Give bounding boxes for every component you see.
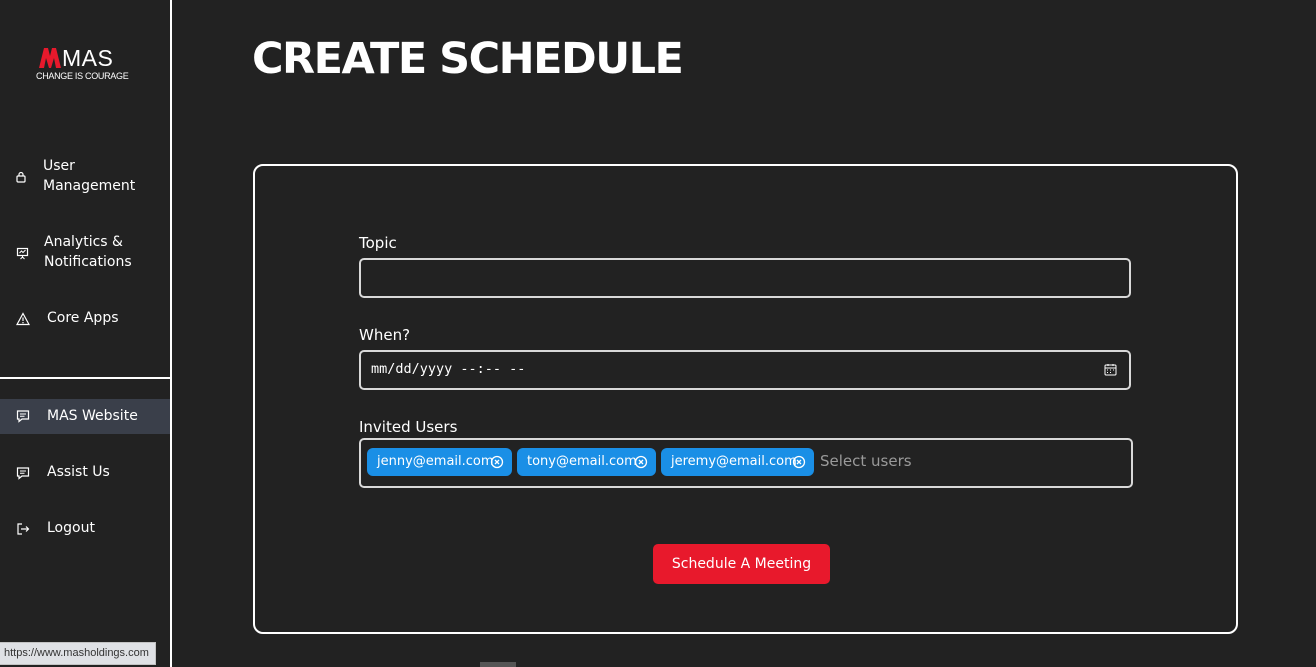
user-chip: jenny@email.com (367, 448, 512, 476)
user-chip-label: jeremy@email.com (671, 454, 797, 469)
sidebar-item-label: Assist Us (47, 464, 110, 480)
topic-input[interactable] (359, 258, 1131, 298)
sidebar-divider (0, 377, 172, 379)
remove-chip-icon[interactable] (634, 455, 648, 469)
mas-logo[interactable]: MAS CHANGE IS COURAGE (36, 44, 136, 84)
remove-chip-icon[interactable] (792, 455, 806, 469)
when-datetime-input[interactable]: mm/dd/yyyy --:-- -- (359, 350, 1131, 390)
chat-icon (16, 409, 30, 423)
warning-triangle-icon (16, 312, 30, 326)
sidebar-item-label: MAS Website (47, 408, 138, 424)
remove-chip-icon[interactable] (490, 455, 504, 469)
sidebar-item-label: Core Apps (47, 310, 119, 326)
sidebar-item-label: Analytics & Notifications (44, 234, 132, 270)
when-placeholder: mm/dd/yyyy --:-- -- (371, 361, 526, 377)
sidebar-item-core-apps[interactable]: Core Apps (0, 308, 170, 330)
invited-users-multiselect[interactable]: jenny@email.com tony@email.com jeremy@em… (359, 438, 1133, 488)
sidebar-item-assist-us[interactable]: Assist Us (0, 462, 170, 484)
sidebar-item-logout[interactable]: Logout (0, 518, 170, 540)
sidebar-item-mas-website[interactable]: MAS Website (0, 399, 170, 434)
status-bar-url: https://www.masholdings.com (0, 642, 156, 665)
topic-label: Topic (359, 234, 397, 252)
user-chip: tony@email.com (517, 448, 656, 476)
page-title: CREATE SCHEDULE (252, 34, 684, 84)
create-schedule-form: Topic When? mm/dd/yyyy --:-- -- Invited … (253, 164, 1238, 634)
calendar-icon[interactable] (1104, 363, 1117, 376)
brand-name: MAS (62, 45, 114, 71)
when-label: When? (359, 326, 411, 344)
mas-logo-icon (39, 48, 61, 68)
sidebar-item-analytics[interactable]: Analytics & Notifications (0, 232, 170, 274)
invited-users-label: Invited Users (359, 418, 458, 436)
chat-icon (16, 466, 30, 480)
user-chip-label: jenny@email.com (377, 454, 494, 469)
invited-users-placeholder: Select users (820, 452, 912, 470)
sidebar: MAS CHANGE IS COURAGE User Management An… (0, 0, 172, 667)
sidebar-item-user-management[interactable]: User Management (0, 156, 170, 198)
user-chip: jeremy@email.com (661, 448, 814, 476)
sidebar-item-label: User Management (43, 158, 136, 194)
brand-tagline: CHANGE IS COURAGE (36, 71, 129, 81)
logout-icon (16, 522, 30, 536)
user-chip-label: tony@email.com (527, 454, 637, 469)
lock-icon (14, 170, 28, 184)
schedule-meeting-button[interactable]: Schedule A Meeting (653, 544, 830, 584)
sidebar-item-label: Logout (47, 520, 95, 536)
scrollbar-stub (480, 662, 516, 667)
presentation-chart-icon (15, 246, 29, 260)
